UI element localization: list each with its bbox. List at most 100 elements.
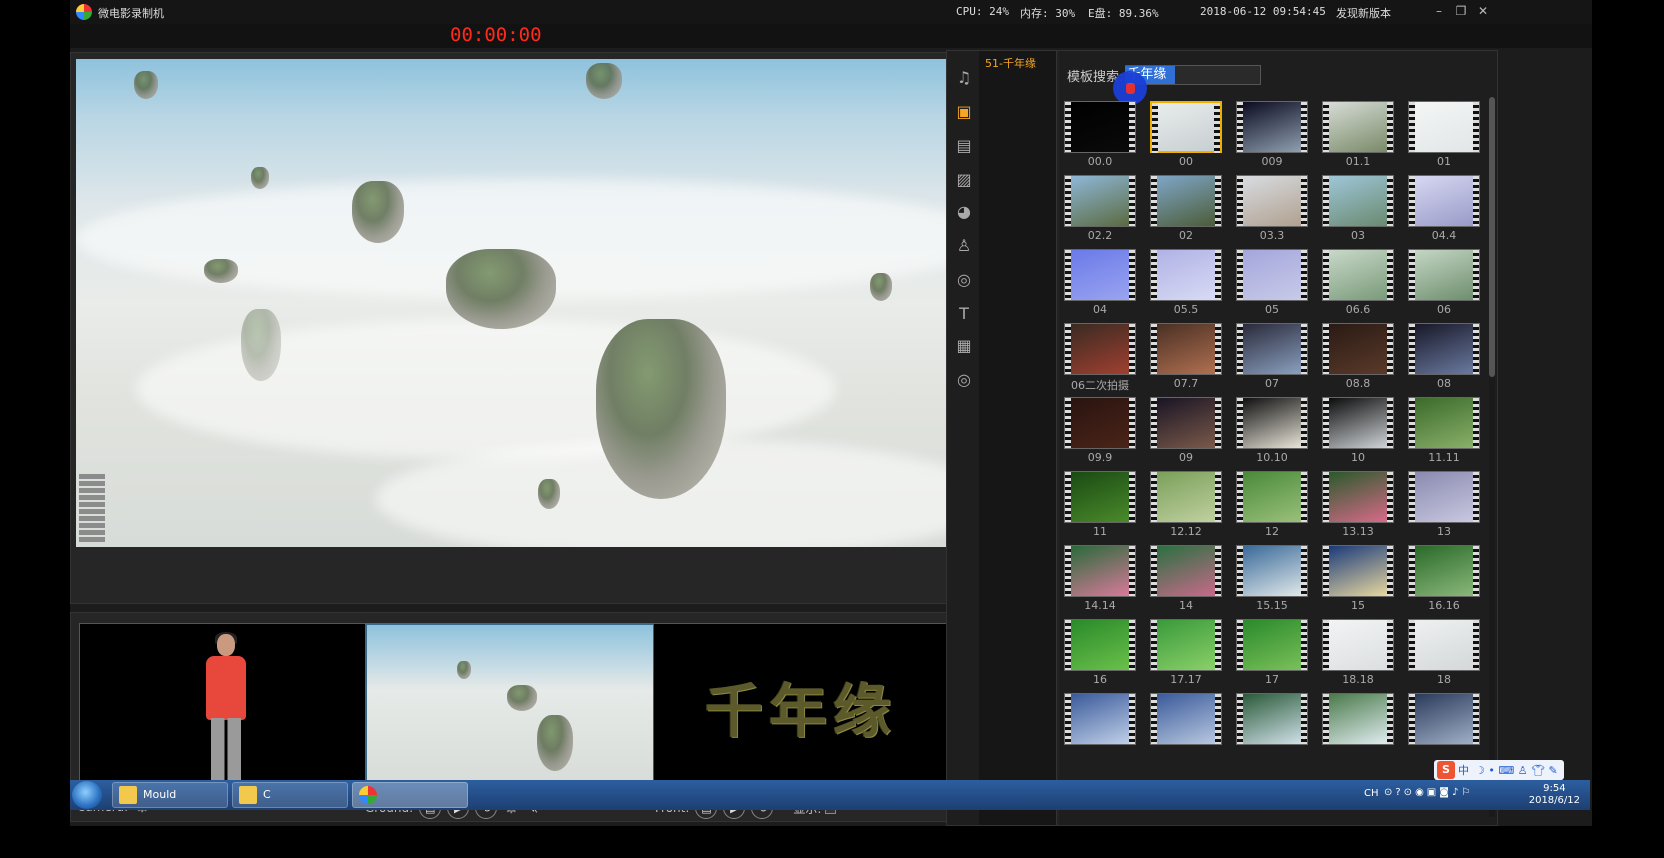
camera-thumbnail[interactable] [79,623,373,789]
clock[interactable]: 9:54 2018/6/12 [1529,783,1580,807]
template-tile[interactable]: 17 [1231,619,1317,689]
ime-tools-icon[interactable]: ☽ • ⌨ ♙ 👕︎ ✎ [1475,764,1558,777]
text-icon[interactable]: T [953,303,975,325]
clip-library-icon[interactable]: ▦ [953,335,975,357]
minimize-icon[interactable]: – [1430,2,1448,20]
clock-date: 2018/6/12 [1528,795,1580,806]
template-tile[interactable]: 13.13 [1317,471,1403,541]
taskbar-item-label: Mould [143,788,177,801]
template-tile[interactable]: 14.14 [1059,545,1145,615]
template-tile[interactable]: 00 [1145,101,1231,171]
template-tile[interactable]: 06二次拍摄 [1059,323,1145,393]
taskbar-item-mould[interactable]: Mould [112,782,228,808]
template-label: 02 [1179,229,1193,242]
template-tile[interactable]: 15.15 [1231,545,1317,615]
template-tile[interactable]: 03.3 [1231,175,1317,245]
restore-icon[interactable]: ❐ [1452,2,1470,20]
template-tile[interactable]: 14 [1145,545,1231,615]
template-thumbnail [1322,175,1394,227]
template-tile[interactable]: 08 [1403,323,1489,393]
category-item-active[interactable]: 51-千年缘 [979,51,1056,75]
template-tile[interactable]: 13 [1403,471,1489,541]
template-tile[interactable]: 18.18 [1317,619,1403,689]
template-tile[interactable]: 02 [1145,175,1231,245]
start-button[interactable] [72,781,102,809]
template-label: 12 [1265,525,1279,538]
close-icon[interactable]: ✕ [1474,2,1492,20]
template-library-icon[interactable]: ▣ [953,101,975,123]
ground-thumbnail[interactable] [365,623,659,789]
taskbar-item-label: C [263,788,271,801]
template-tile[interactable]: 17.17 [1145,619,1231,689]
tray-icons[interactable]: ⊙?⊙◉▣◙♪⚐ [1384,787,1473,798]
template-tile[interactable]: 01.1 [1317,101,1403,171]
template-tile[interactable]: 02.2 [1059,175,1145,245]
template-label: 01.1 [1345,155,1371,168]
template-tile[interactable]: 15 [1317,545,1403,615]
template-tile[interactable]: 009 [1231,101,1317,171]
film-library-icon[interactable]: ▤ [953,135,975,157]
image-library-icon[interactable]: ▨ [953,169,975,191]
template-tile[interactable]: 06.6 [1317,249,1403,319]
template-label: 17.17 [1170,673,1202,686]
person-settings-icon[interactable]: ♙ [953,235,975,257]
template-tile[interactable]: 00.0 [1059,101,1145,171]
template-tile[interactable]: 03 [1317,175,1403,245]
template-thumbnail [1064,471,1136,523]
ime-toolbar[interactable]: S 中 ☽ • ⌨ ♙ 👕︎ ✎ [1434,760,1564,780]
template-tile[interactable]: 06 [1403,249,1489,319]
template-tile[interactable]: 10.10 [1231,397,1317,467]
template-tile[interactable]: 01 [1403,101,1489,171]
system-tray: CH ⊙?⊙◉▣◙♪⚐ 9:54 2018/6/12 [1364,782,1584,808]
template-tile[interactable]: 09.9 [1059,397,1145,467]
palette-icon[interactable]: ◕ [953,201,975,223]
template-tile[interactable]: 10 [1317,397,1403,467]
language-indicator[interactable]: CH [1364,788,1379,799]
update-link[interactable]: 发现新版本 [1336,5,1391,21]
template-tile[interactable]: 12 [1231,471,1317,541]
template-label: 06 [1437,303,1451,316]
taskbar-item-c[interactable]: C [232,782,348,808]
template-tile[interactable]: 05 [1231,249,1317,319]
template-label: 00 [1179,155,1193,168]
template-tile[interactable]: 07 [1231,323,1317,393]
folder-icon [119,786,137,804]
template-thumbnail [1322,397,1394,449]
template-thumbnail [1408,323,1480,375]
template-thumbnail [1150,545,1222,597]
template-label: 06二次拍摄 [1071,379,1129,392]
app-logo-icon [76,4,92,20]
template-tile[interactable]: 11 [1059,471,1145,541]
template-tile[interactable]: 04 [1059,249,1145,319]
template-tile[interactable]: 08.8 [1317,323,1403,393]
template-scrollbar[interactable] [1489,97,1495,817]
record-timer: 00:00:00 [450,24,542,46]
template-label: 14.14 [1084,599,1116,612]
template-tile[interactable]: 07.7 [1145,323,1231,393]
template-tile[interactable]: 16 [1059,619,1145,689]
template-tile[interactable] [1317,693,1403,763]
ime-mode[interactable]: 中 [1458,762,1469,778]
template-thumbnail [1236,175,1308,227]
template-tile[interactable]: 09 [1145,397,1231,467]
taskbar-item-app[interactable] [352,782,468,808]
effects-reel-icon[interactable]: ◎ [953,269,975,291]
template-tile[interactable]: 04.4 [1403,175,1489,245]
template-tile[interactable] [1145,693,1231,763]
music-library-icon[interactable]: ♫ [953,67,975,89]
template-tile[interactable]: 05.5 [1145,249,1231,319]
reel-icon[interactable]: ◎ [953,369,975,391]
template-tile[interactable]: 12.12 [1145,471,1231,541]
template-tile[interactable] [1231,693,1317,763]
audio-level-meter [79,474,105,544]
template-label: 06.6 [1345,303,1371,316]
front-thumbnail[interactable]: 千年缘 [653,623,947,789]
template-tile[interactable]: 16.16 [1403,545,1489,615]
template-tile[interactable] [1403,693,1489,763]
template-tile[interactable]: 18 [1403,619,1489,689]
template-thumbnail [1150,101,1222,153]
template-thumbnail [1064,693,1136,745]
template-tile[interactable] [1059,693,1145,763]
template-tile[interactable]: 11.11 [1403,397,1489,467]
disk-stat: E盘: 89.36% [1088,7,1159,20]
